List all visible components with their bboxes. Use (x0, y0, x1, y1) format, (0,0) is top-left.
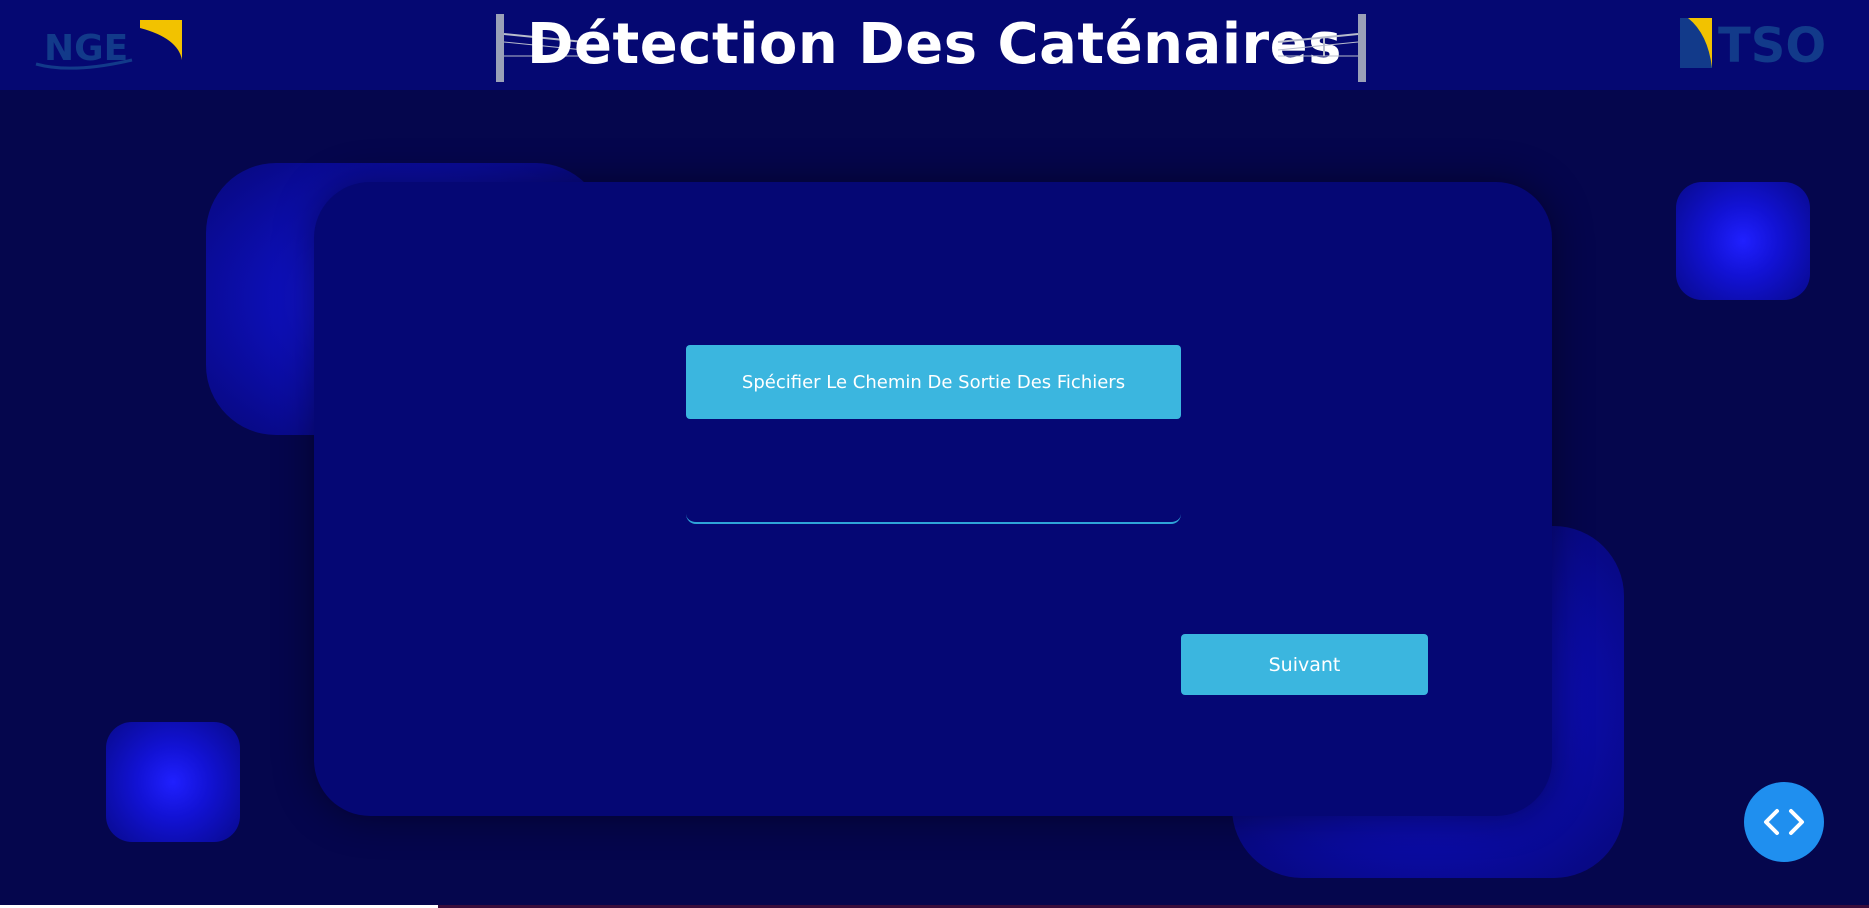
app-header: NGE Détection Des Caténaires TSO (0, 0, 1869, 90)
tso-logo: TSO (1680, 18, 1826, 72)
svg-text:TSO: TSO (1718, 18, 1826, 72)
output-path-input[interactable] (686, 440, 1181, 524)
code-icon (1764, 809, 1804, 835)
decorative-glow-square (1676, 182, 1810, 300)
decorative-glow-square (106, 722, 240, 842)
code-toggle-button[interactable] (1744, 782, 1824, 862)
specify-output-path-button[interactable]: Spécifier Le Chemin De Sortie Des Fichie… (686, 345, 1181, 419)
catenary-pylon-icon (1277, 14, 1366, 82)
next-button[interactable]: Suivant (1181, 634, 1428, 695)
page-title: Détection Des Caténaires (527, 12, 1342, 77)
